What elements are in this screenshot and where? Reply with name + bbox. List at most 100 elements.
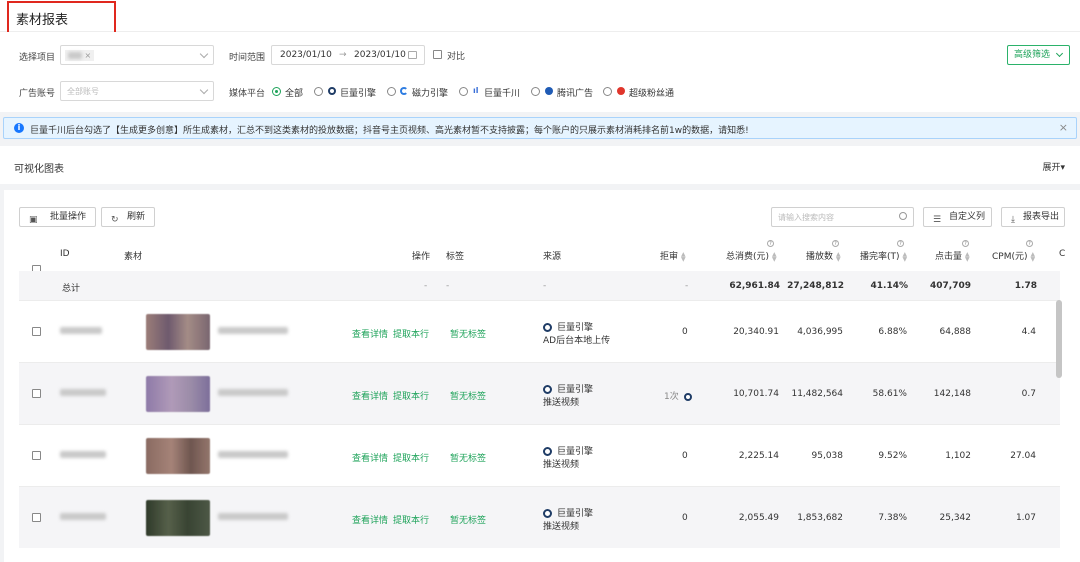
clicks-cell: 64,888 xyxy=(939,327,972,337)
date-start[interactable]: 2023/01/10 xyxy=(280,50,332,60)
total-review: - xyxy=(685,281,689,291)
batch-icon: ▣ xyxy=(29,215,38,225)
tag-cell[interactable]: 暂无标签 xyxy=(450,451,486,464)
sort-icon[interactable]: ▲ ▼ xyxy=(903,251,908,262)
compare-label: 对比 xyxy=(447,52,466,62)
vertical-scrollbar[interactable] xyxy=(1056,300,1062,378)
batch-operation-button[interactable]: ▣ 批量操作 xyxy=(19,207,96,227)
custom-columns-button[interactable]: ☰ 自定义列 xyxy=(923,207,992,227)
col-plays[interactable]: 播放数 ▲ ▼ xyxy=(806,249,841,262)
extract-row-link[interactable]: 提取本行 xyxy=(393,513,429,526)
cost-cell: 20,340.91 xyxy=(733,327,779,337)
media-radio-weibo[interactable] xyxy=(603,87,612,96)
help-icon[interactable]: ? xyxy=(767,240,774,247)
col-source: 来源 xyxy=(543,252,562,262)
date-range-picker[interactable]: 2023/01/10 → 2023/01/10 xyxy=(271,45,425,65)
account-placeholder: 全部账号 xyxy=(67,87,99,96)
export-button[interactable]: ⤓ 报表导出 xyxy=(1001,207,1065,227)
finish-rate-cell: 6.88% xyxy=(878,327,907,337)
col-cpm[interactable]: CPM(元) ▲ ▼ xyxy=(992,249,1035,262)
help-icon[interactable]: ? xyxy=(897,240,904,247)
refresh-button[interactable]: ↻ 刷新 xyxy=(101,207,155,227)
help-icon[interactable]: ? xyxy=(962,240,969,247)
sort-icon[interactable]: ▲ ▼ xyxy=(965,251,970,262)
view-details-link[interactable]: 查看详情 xyxy=(352,513,388,526)
source-platform: 巨量引擎 xyxy=(543,320,593,333)
advanced-filter-button[interactable]: 高级筛选 xyxy=(1007,45,1070,65)
view-details-link[interactable]: 查看详情 xyxy=(352,327,388,340)
expand-toggle[interactable]: 展开▾ xyxy=(1042,160,1065,173)
total-source: - xyxy=(543,281,547,291)
media-radio-all[interactable] xyxy=(272,87,281,96)
material-thumbnail[interactable] xyxy=(146,376,210,412)
col-review[interactable]: 拒审 ▲ ▼ xyxy=(660,249,686,262)
col-more: C xyxy=(1059,249,1066,259)
media-radio-tencent[interactable] xyxy=(531,87,540,96)
extract-row-link[interactable]: 提取本行 xyxy=(393,389,429,402)
material-thumbnail[interactable] xyxy=(146,314,210,350)
review-count[interactable]: 1次 xyxy=(664,389,692,402)
refresh-label: 刷新 xyxy=(127,212,146,222)
media-option-qianchuan[interactable]: 巨量千川 xyxy=(484,86,520,99)
view-details-link[interactable]: 查看详情 xyxy=(352,389,388,402)
tag-cell[interactable]: 暂无标签 xyxy=(450,513,486,526)
sort-icon[interactable]: ▲ ▼ xyxy=(836,251,841,262)
blurred-material-name xyxy=(218,451,288,458)
media-option-all[interactable]: 全部 xyxy=(285,86,303,99)
view-details-link[interactable]: 查看详情 xyxy=(352,451,388,464)
cpm-cell: 1.07 xyxy=(1015,513,1036,523)
row-checkbox[interactable] xyxy=(32,327,41,336)
col-plays-label: 播放数 xyxy=(806,252,834,262)
material-thumbnail[interactable] xyxy=(146,500,210,536)
notice-banner: i 巨量千川后台勾选了【生成更多创意】所生成素材，汇总不到这类素材的投放数据；抖… xyxy=(3,117,1077,139)
sort-icon[interactable]: ▲ ▼ xyxy=(772,251,777,262)
media-radio-qianchuan[interactable] xyxy=(459,87,468,96)
col-finish-rate-label: 播完率(T) xyxy=(860,252,900,262)
account-select[interactable]: 全部账号 xyxy=(60,81,214,101)
col-id[interactable]: ID xyxy=(60,249,70,259)
compare-checkbox[interactable] xyxy=(433,50,442,59)
media-radio-magnetic[interactable] xyxy=(387,87,396,96)
row-checkbox[interactable] xyxy=(32,451,41,460)
visual-section-title: 可视化图表 xyxy=(14,164,64,175)
project-select[interactable]: × xyxy=(60,45,214,65)
search-placeholder: 请输入搜索内容 xyxy=(778,213,834,222)
media-option-tencent[interactable]: 腾讯广告 xyxy=(557,86,593,99)
extract-row-link[interactable]: 提取本行 xyxy=(393,327,429,340)
tencent-ads-icon xyxy=(545,87,553,95)
tag-cell[interactable]: 暂无标签 xyxy=(450,389,486,402)
tag-cell[interactable]: 暂无标签 xyxy=(450,327,486,340)
tag-close-icon[interactable]: × xyxy=(85,51,92,60)
media-option-ocean[interactable]: 巨量引擎 xyxy=(340,86,376,99)
download-icon: ⤓ xyxy=(1011,215,1015,225)
row-checkbox[interactable] xyxy=(32,513,41,522)
source-detail: 推送视频 xyxy=(543,460,580,470)
filter-panel: 选择项目 × 时间范围 2023/01/10 → 2023/01/10 对比 广… xyxy=(0,32,1080,112)
col-clicks[interactable]: 点击量 ▲ ▼ xyxy=(935,249,970,262)
blurred-id xyxy=(60,389,106,396)
help-icon[interactable]: ? xyxy=(1026,240,1033,247)
col-finish-rate[interactable]: 播完率(T) ▲ ▼ xyxy=(860,249,907,262)
media-radio-ocean[interactable] xyxy=(314,87,323,96)
extract-row-link[interactable]: 提取本行 xyxy=(393,451,429,464)
help-icon[interactable]: ? xyxy=(832,240,839,247)
search-input[interactable]: 请输入搜索内容 xyxy=(771,207,914,227)
sort-icon[interactable]: ▲ ▼ xyxy=(1031,251,1036,262)
total-cost: 62,961.84 xyxy=(729,281,780,291)
custom-columns-label: 自定义列 xyxy=(949,212,986,222)
sort-icon[interactable]: ▲ ▼ xyxy=(681,251,686,262)
date-end[interactable]: 2023/01/10 xyxy=(354,50,406,60)
project-tag[interactable]: × xyxy=(65,50,95,61)
cpm-cell: 4.4 xyxy=(1021,327,1036,337)
col-cost[interactable]: 总消费(元) ▲ ▼ xyxy=(726,249,777,262)
row-checkbox[interactable] xyxy=(32,389,41,398)
material-thumbnail[interactable] xyxy=(146,438,210,474)
visual-chart-section: 可视化图表 展开▾ xyxy=(0,146,1080,184)
media-option-weibo[interactable]: 超级粉丝通 xyxy=(629,86,674,99)
cost-cell: 2,225.14 xyxy=(738,451,779,461)
cost-cell: 2,055.49 xyxy=(738,513,779,523)
close-icon[interactable]: × xyxy=(1059,121,1068,134)
blurred-material-name xyxy=(218,327,288,334)
plays-cell: 95,038 xyxy=(811,451,844,461)
media-option-magnetic[interactable]: 磁力引擎 xyxy=(412,86,448,99)
